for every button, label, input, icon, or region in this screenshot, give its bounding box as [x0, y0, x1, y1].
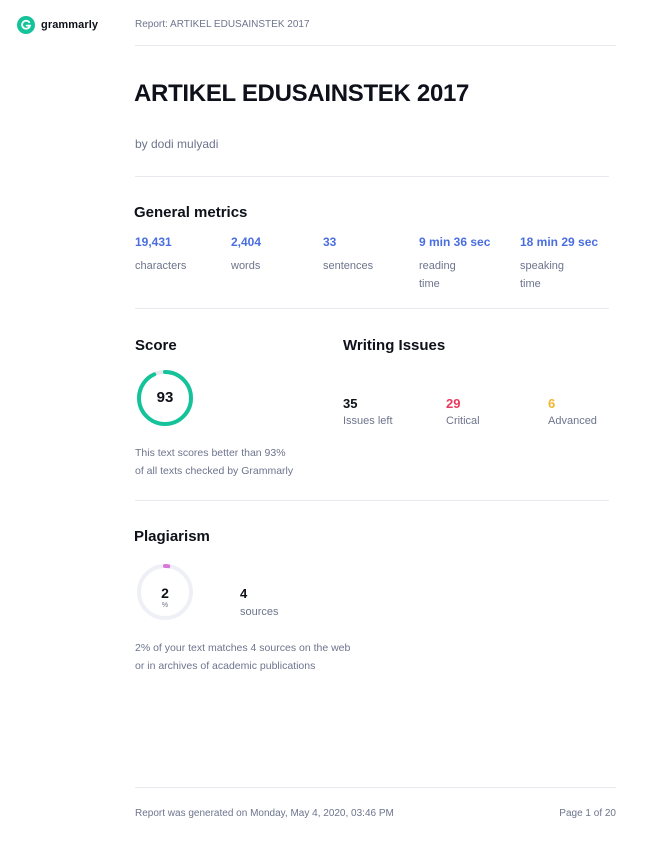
metric-value: 2,404	[231, 235, 262, 249]
document-author: by dodi mulyadi	[135, 137, 219, 151]
critical-label: Critical	[446, 415, 480, 427]
footer-divider	[135, 787, 616, 788]
report-header-title: Report: ARTIKEL EDUSAINSTEK 2017	[135, 19, 310, 30]
critical-value: 29	[446, 396, 461, 411]
general-metrics-heading: General metrics	[134, 204, 248, 221]
writing-issues-heading: Writing Issues	[343, 337, 446, 354]
plagiarism-description-line1: 2% of your text matches 4 sources on the…	[135, 642, 351, 654]
brand-name: grammarly	[41, 19, 99, 31]
grammarly-g-icon	[17, 16, 35, 34]
score-divider	[135, 500, 609, 501]
sources-value: 4	[240, 586, 248, 601]
metric-value: 33	[323, 235, 337, 249]
plagiarism-description-line2: or in archives of academic publications	[135, 660, 316, 672]
score-heading: Score	[135, 337, 177, 354]
metric-label: characters	[135, 260, 187, 272]
plagiarism-heading: Plagiarism	[134, 528, 210, 545]
score-description-line1: This text scores better than 93%	[135, 447, 286, 459]
issues-left-label: Issues left	[343, 415, 393, 427]
report-generated-date: Report was generated on Monday, May 4, 2…	[135, 808, 394, 819]
metric-value: 19,431	[135, 235, 172, 249]
metric-label: speaking	[520, 260, 565, 272]
title-divider	[135, 176, 609, 177]
advanced-value: 6	[548, 396, 556, 411]
metrics-divider	[135, 308, 609, 309]
plagiarism-percent-symbol: %	[161, 602, 169, 609]
metric-label: sentences	[323, 260, 374, 272]
grammarly-logo: grammarly	[17, 16, 98, 34]
header-divider	[135, 45, 616, 46]
plagiarism-percent-value: 2	[161, 585, 169, 601]
metric-label: reading	[419, 260, 456, 272]
document-title: ARTIKEL EDUSAINSTEK 2017	[134, 80, 470, 107]
metric-value: 9 min 36 sec	[419, 235, 491, 249]
sources-label: sources	[240, 606, 279, 618]
score-description-line2: of all texts checked by Grammarly	[135, 465, 294, 477]
score-value: 93	[156, 389, 174, 406]
metric-label: words	[231, 260, 261, 272]
issues-left-value: 35	[343, 396, 358, 411]
page-number: Page 1 of 20	[559, 808, 616, 819]
advanced-label: Advanced	[548, 415, 597, 427]
metric-label: time	[520, 278, 541, 290]
metric-value: 18 min 29 sec	[520, 235, 599, 249]
metric-label: time	[419, 278, 440, 290]
